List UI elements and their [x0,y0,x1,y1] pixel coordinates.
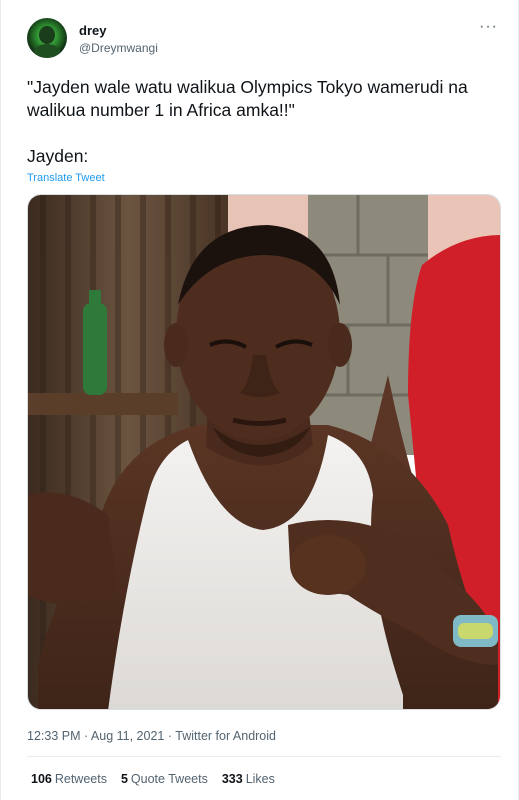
retweets-label: Retweets [54,772,107,786]
avatar-body [33,44,61,58]
photo-illustration [28,195,500,709]
quote-tweets-stat[interactable]: 5 Quote Tweets [121,772,208,786]
avatar[interactable] [27,18,67,58]
retweets-stat[interactable]: 106 Retweets [31,772,107,786]
divider [27,756,501,757]
user-handle[interactable]: @Dreymwangi [79,41,158,55]
tweet-photo[interactable] [27,194,501,710]
retweets-count: 106 [31,772,52,786]
quote-tweets-label: Quote Tweets [130,772,208,786]
tweet-stats: 106 Retweets 5 Quote Tweets 333 Likes [31,772,275,786]
likes-count: 333 [221,772,243,786]
user-display-name[interactable]: drey [79,23,106,38]
translate-tweet-link[interactable]: Translate Tweet [27,172,105,184]
tweet-timestamp[interactable]: 12:33 PM · Aug 11, 2021 · Twitter for An… [27,729,276,743]
more-horizontal-icon[interactable]: ··· [479,18,498,36]
tweet-text: "Jayden wale watu walikua Olympics Tokyo… [27,77,468,166]
likes-stat[interactable]: 333 Likes [222,772,275,786]
tweet-card: drey @Dreymwangi ··· "Jayden wale watu w… [0,0,519,800]
avatar-face [39,26,55,44]
quote-tweets-count: 5 [120,772,128,786]
likes-label: Likes [245,772,275,786]
